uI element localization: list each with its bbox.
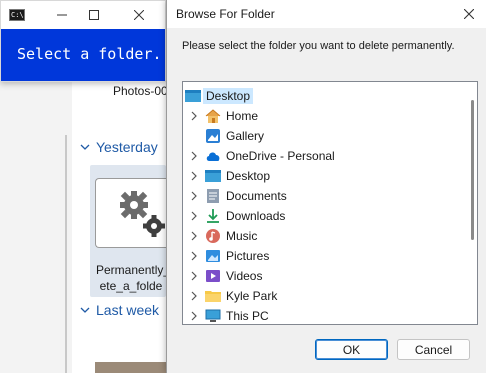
expand-chevron-icon[interactable]: [189, 271, 199, 281]
tree-item-gallery[interactable]: Gallery: [205, 126, 264, 146]
tree-item-label: Pictures: [226, 249, 270, 263]
maximize-button[interactable]: [83, 5, 105, 25]
tree-item-desktop[interactable]: Desktop: [189, 166, 270, 186]
desktop-blue-icon: [185, 88, 201, 104]
pane-divider: [65, 135, 67, 373]
file-name-line-2: ete_a_folde: [99, 279, 163, 293]
gallery-icon: [205, 128, 221, 144]
onedrive-cloud-icon: [205, 148, 221, 164]
maximize-icon: [89, 10, 99, 20]
pictures-icon: [205, 248, 221, 264]
expand-chevron-icon[interactable]: [189, 291, 199, 301]
expand-chevron-icon[interactable]: [189, 311, 199, 321]
dialog-titlebar[interactable]: Browse For Folder: [167, 0, 486, 28]
tree-item-label: OneDrive - Personal: [226, 149, 335, 163]
group-header-label: Last week: [96, 302, 160, 318]
tree-item-onedrive[interactable]: OneDrive - Personal: [189, 146, 335, 166]
tree-item-documents[interactable]: Documents: [189, 186, 287, 206]
console-window: C:\. Select a folder.: [0, 0, 166, 82]
music-icon: [205, 228, 221, 244]
expand-chevron-icon[interactable]: [189, 211, 199, 221]
tree-item-label: Gallery: [226, 129, 265, 143]
expand-chevron-icon[interactable]: [189, 231, 199, 241]
expand-chevron-icon[interactable]: [189, 251, 199, 261]
tree-item-label: Music: [226, 229, 258, 243]
documents-icon: [205, 188, 221, 204]
this-pc-icon: [205, 308, 221, 324]
console-message: Select a folder.: [17, 45, 162, 63]
tree-item-this-pc[interactable]: This PC: [189, 306, 269, 324]
tree-item-label: Kyle Park: [226, 289, 278, 303]
file-thumbnail: [95, 178, 166, 248]
chevron-down-icon: [80, 144, 90, 150]
desktop-folder-icon: [205, 168, 221, 184]
chevron-down-icon: [80, 307, 90, 313]
tree-item-kyle-park[interactable]: Kyle Park: [189, 286, 277, 306]
home-icon: [205, 108, 221, 124]
expand-chevron-icon[interactable]: [189, 111, 199, 121]
dialog-prompt: Please select the folder you want to del…: [182, 40, 455, 52]
tree-item-label: Downloads: [226, 209, 286, 223]
file-name: Permanently_ ete_a_folde: [96, 262, 166, 294]
tree-item-label: This PC: [226, 309, 269, 323]
tree-item-pictures[interactable]: Pictures: [189, 246, 269, 266]
cancel-button[interactable]: Cancel: [397, 339, 470, 360]
tree-item-videos[interactable]: Videos: [189, 266, 262, 286]
downloads-icon: [205, 208, 221, 224]
file-name-line-1: Permanently_: [96, 263, 166, 277]
close-icon: [464, 9, 474, 19]
tree-item-desktop-root[interactable]: Desktop: [185, 86, 254, 106]
ok-button[interactable]: OK: [315, 339, 388, 360]
tree-item-downloads[interactable]: Downloads: [189, 206, 285, 226]
minimize-icon: [57, 14, 67, 16]
gears-icon: [120, 191, 165, 237]
tree-item-label: Desktop: [203, 88, 254, 104]
tree-item-home[interactable]: Home: [189, 106, 258, 126]
expand-chevron-icon[interactable]: [189, 151, 199, 161]
dialog-close-button[interactable]: [458, 4, 480, 24]
tree-item-label: Home: [226, 109, 259, 123]
console-titlebar[interactable]: C:\.: [1, 1, 165, 29]
file-thumbnail-partial[interactable]: [95, 362, 166, 373]
photo-file-label[interactable]: Photos-00: [113, 84, 168, 98]
minimize-button[interactable]: [51, 5, 73, 25]
group-header-yesterday[interactable]: Yesterday: [80, 139, 158, 155]
console-app-icon: C:\.: [9, 9, 28, 21]
tree-scrollbar[interactable]: [471, 100, 474, 240]
user-folder-icon: [205, 288, 221, 304]
expand-chevron-icon[interactable]: [189, 191, 199, 201]
console-output: Select a folder.: [1, 29, 165, 81]
tree-item-label: Videos: [226, 269, 263, 283]
videos-icon: [205, 268, 221, 284]
group-header-label: Yesterday: [96, 139, 158, 155]
expand-chevron-icon[interactable]: [189, 171, 199, 181]
dialog-title: Browse For Folder: [176, 7, 275, 21]
close-icon: [134, 10, 144, 20]
group-header-last-week[interactable]: Last week: [80, 302, 159, 318]
tree-item-label: Desktop: [226, 169, 271, 183]
browse-for-folder-dialog: Browse For Folder Please select the fold…: [166, 0, 486, 373]
console-close-button[interactable]: [128, 5, 150, 25]
folder-tree[interactable]: Desktop Home Gallery OneDrive - Personal…: [182, 81, 478, 325]
tree-item-label: Documents: [226, 189, 287, 203]
tree-item-music[interactable]: Music: [189, 226, 257, 246]
